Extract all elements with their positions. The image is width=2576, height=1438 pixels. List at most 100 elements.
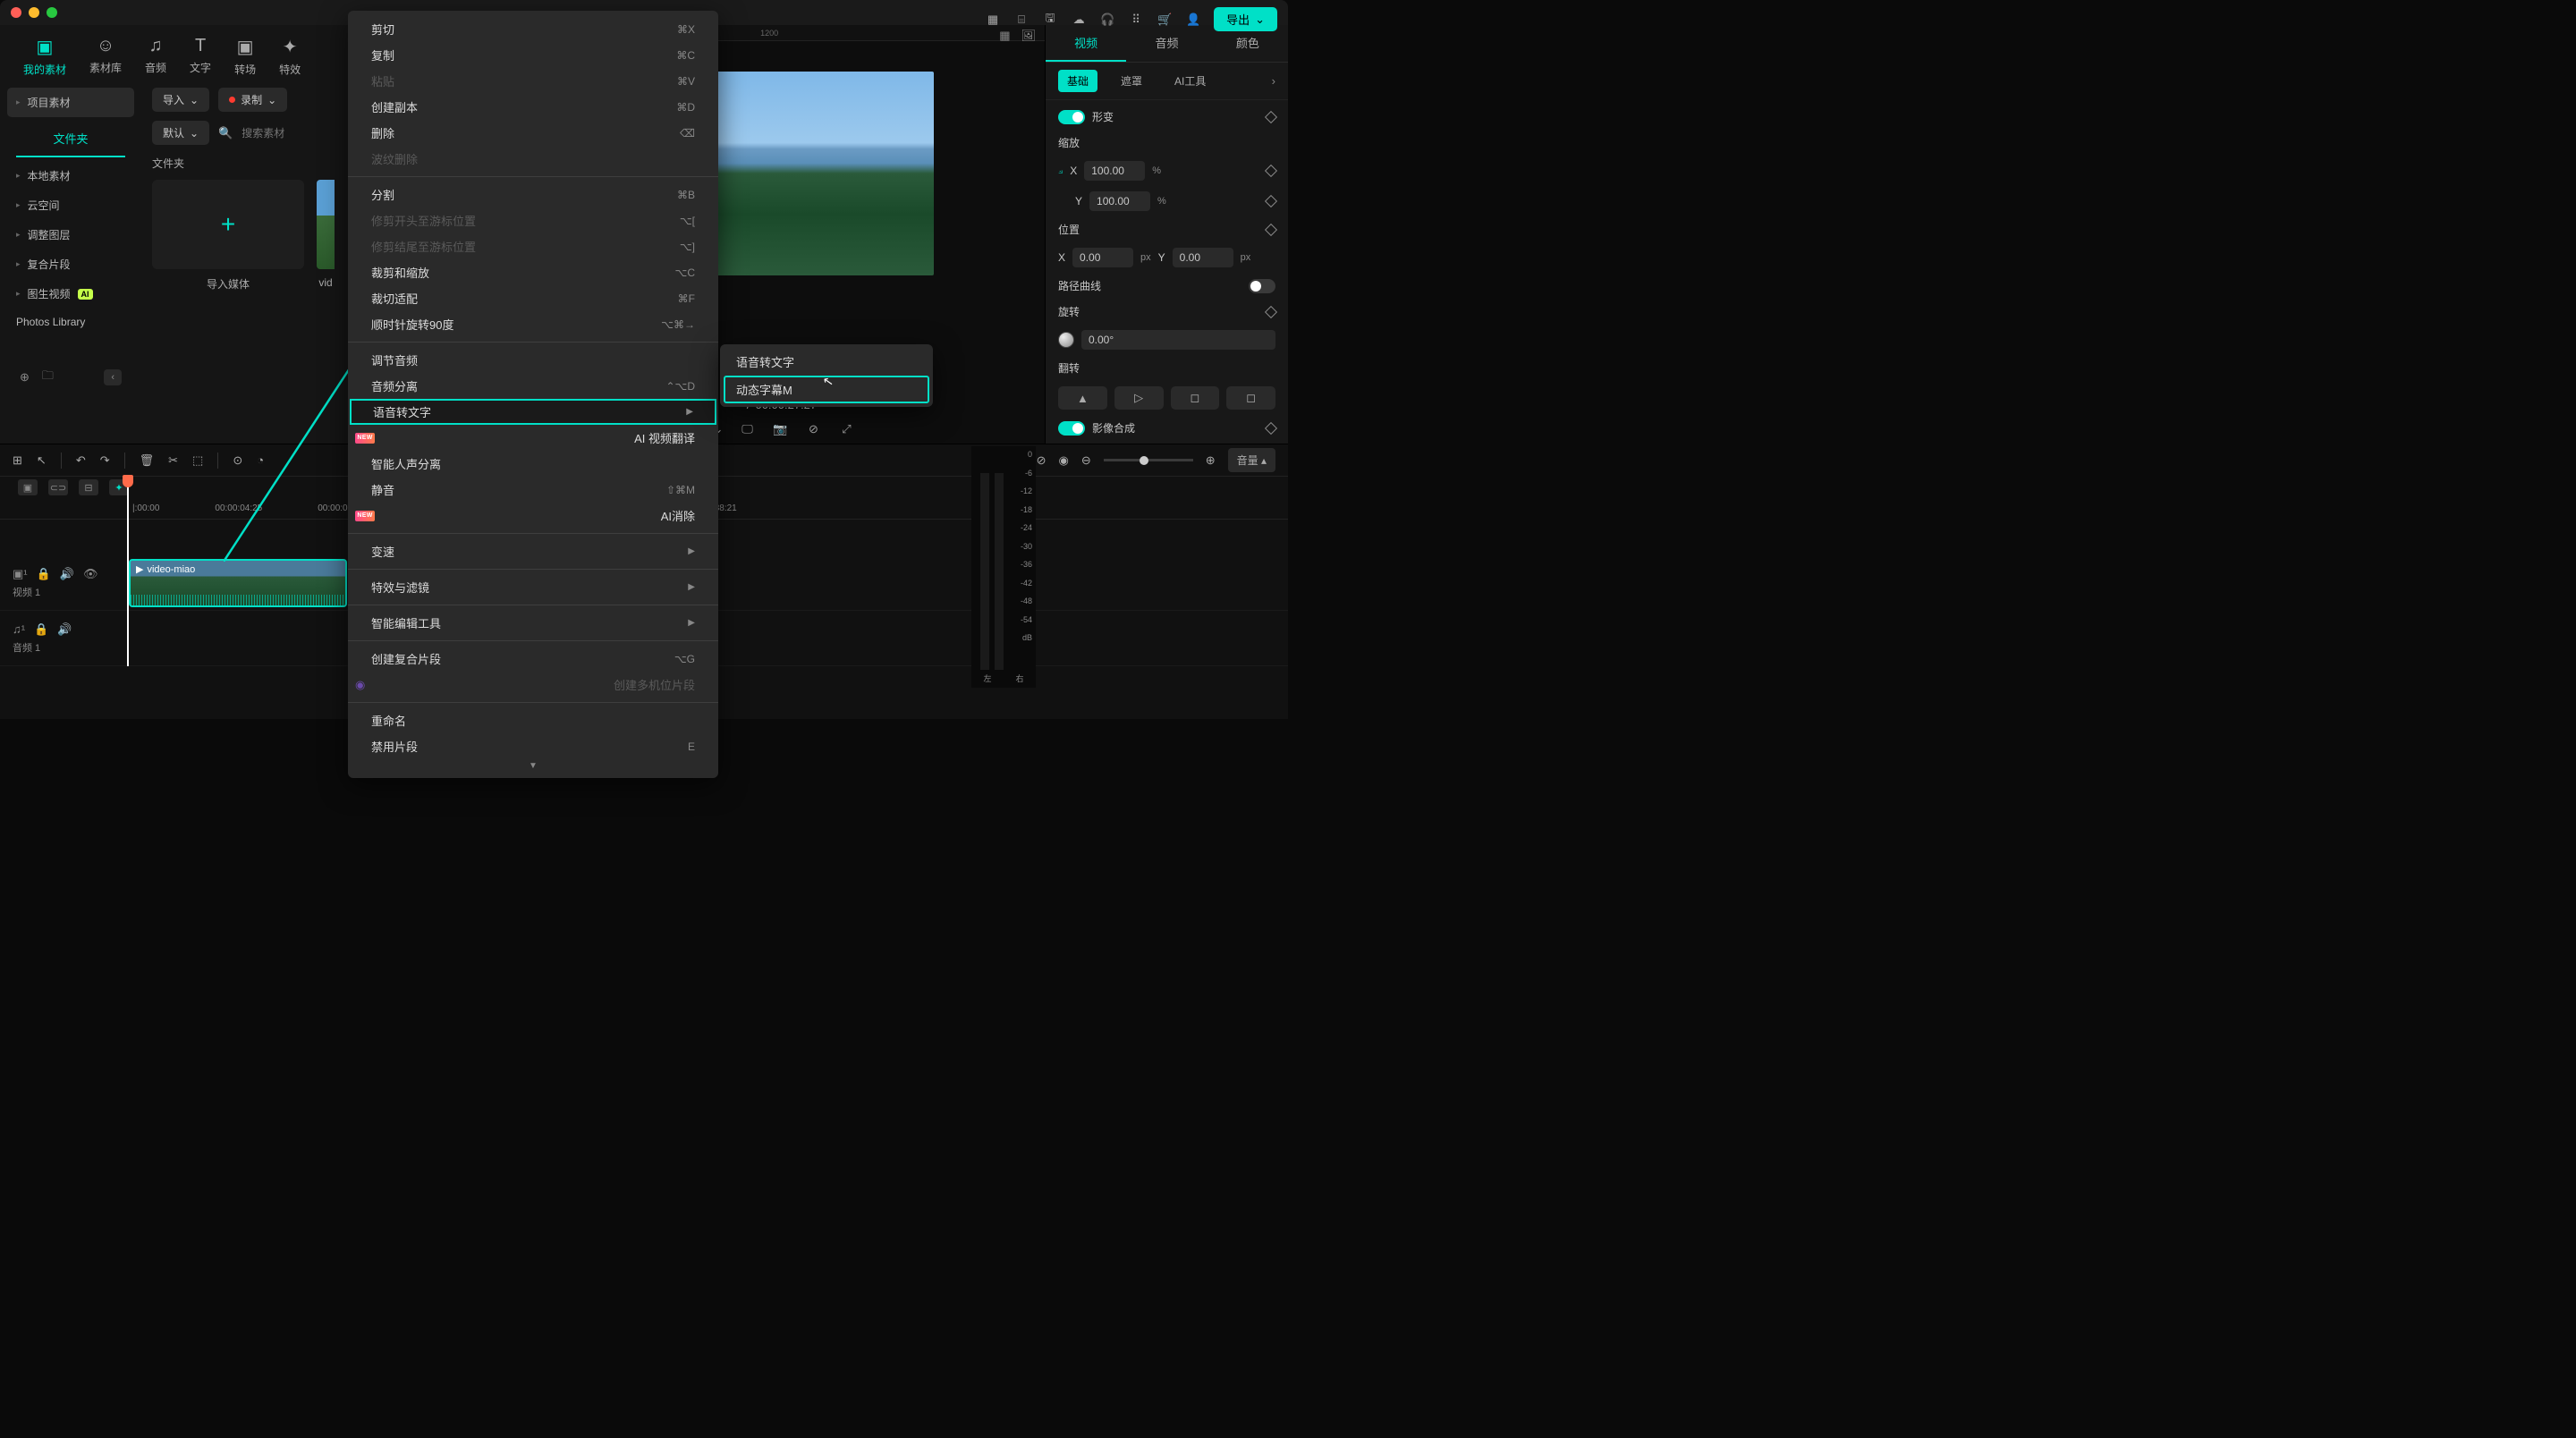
scale-x-input[interactable]: 100.00 xyxy=(1084,161,1145,181)
undo-icon[interactable]: ↶ xyxy=(76,453,86,468)
sidebar-local[interactable]: ▸本地素材 xyxy=(7,161,134,190)
close-window[interactable] xyxy=(11,7,21,18)
marker-icon[interactable]: ◉ xyxy=(1058,453,1068,468)
compose-toggle[interactable] xyxy=(1058,421,1085,436)
unlink-icon[interactable]: ⊘ xyxy=(1037,453,1046,468)
ctx-ai-translate[interactable]: NEWAI 视频翻译 xyxy=(348,425,718,451)
pos-x-input[interactable]: 0.00 xyxy=(1072,248,1133,267)
minimize-window[interactable] xyxy=(29,7,39,18)
import-button[interactable]: 导入⌄ xyxy=(152,88,209,112)
collapse-icon[interactable]: ‹ xyxy=(104,369,122,385)
ctx-delete[interactable]: 删除⌫ xyxy=(348,120,718,146)
lock-icon[interactable]: ⟓ xyxy=(1058,165,1063,177)
ctx-more-icon[interactable]: ▼ xyxy=(348,759,718,773)
rotate-knob[interactable] xyxy=(1058,332,1074,348)
cloud-icon[interactable]: ☁ xyxy=(1071,12,1087,28)
sidebar-compound[interactable]: ▸复合片段 xyxy=(7,250,134,279)
tool-cursor-icon[interactable]: ↖ xyxy=(37,453,47,468)
ctx-split[interactable]: 分割⌘B xyxy=(348,182,718,207)
grid-view-icon[interactable]: ▦ xyxy=(999,29,1010,43)
redo-icon[interactable]: ↷ xyxy=(100,453,110,468)
tab-my-media[interactable]: ▣我的素材 xyxy=(20,32,70,80)
ctx-rotate90[interactable]: 顺时针旋转90度⌥⌘→ xyxy=(348,311,718,337)
flip-btn4[interactable]: ◻ xyxy=(1226,386,1275,410)
ctx-fx-filter[interactable]: 特效与滤镜▶ xyxy=(348,574,718,600)
zoom-slider[interactable] xyxy=(1104,459,1193,461)
keyframe-icon[interactable] xyxy=(1265,165,1277,177)
sort-button[interactable]: 默认⌄ xyxy=(152,121,209,145)
crop-off-icon[interactable]: ⊘ xyxy=(806,422,821,436)
ctx-mute[interactable]: 静音⇧⌘M xyxy=(348,477,718,503)
ctx-speed[interactable]: 变速▶ xyxy=(348,538,718,564)
subtab-mask[interactable]: 遮罩 xyxy=(1112,70,1151,92)
cut-icon[interactable]: ✂ xyxy=(168,453,178,468)
volume-button[interactable]: 音量 ▴ xyxy=(1228,448,1275,472)
record-button[interactable]: 录制⌄ xyxy=(218,88,287,112)
zoom-out-icon[interactable]: ⊖ xyxy=(1081,453,1091,468)
track-mute-icon[interactable]: 🔊 xyxy=(57,622,72,637)
ctx-rename[interactable]: 重命名 xyxy=(348,707,718,733)
flip-btn3[interactable]: ◻ xyxy=(1171,386,1220,410)
sidebar-cloud[interactable]: ▸云空间 xyxy=(7,190,134,220)
ctx-compound[interactable]: 创建复合片段⌥G xyxy=(348,646,718,672)
mark-2[interactable]: ⊂⊃ xyxy=(48,479,68,495)
flip-v[interactable]: ▷ xyxy=(1114,386,1164,410)
image-view-icon[interactable]: 🖼 xyxy=(1021,29,1036,43)
export-button[interactable]: 导出⌄ xyxy=(1214,7,1277,31)
tool-grid-icon[interactable]: ⊞ xyxy=(13,453,22,468)
ctx-duplicate[interactable]: 创建副本⌘D xyxy=(348,94,718,120)
track-hide-icon[interactable]: 👁 xyxy=(83,567,98,581)
keyframe-icon[interactable] xyxy=(1265,305,1277,317)
add-media-card[interactable]: + xyxy=(152,180,304,269)
sidebar-project[interactable]: ▸项目素材 xyxy=(7,88,134,117)
more-icon[interactable]: › xyxy=(1272,74,1275,88)
delete-icon[interactable]: 🗑 xyxy=(140,453,155,468)
track-audio-icon[interactable]: ♫¹ xyxy=(13,622,25,637)
new-folder-icon[interactable]: ⊕ xyxy=(20,370,30,385)
keyframe-icon[interactable] xyxy=(1265,223,1277,235)
sidebar-layer[interactable]: ▸调整图层 xyxy=(7,220,134,250)
tab-transition[interactable]: ▣转场 xyxy=(231,32,259,80)
folder-icon[interactable]: 🗀 xyxy=(42,368,54,387)
video-clip[interactable]: ▶video-miao xyxy=(129,559,347,607)
keyframe-icon[interactable] xyxy=(1265,421,1277,434)
color-icon[interactable]: ◔ xyxy=(257,453,264,467)
track-lock-icon[interactable]: 🔒 xyxy=(37,567,51,581)
user-icon[interactable]: 👤 xyxy=(1185,12,1201,28)
ctx-voice-sep[interactable]: 智能人声分离 xyxy=(348,451,718,477)
headset-icon[interactable]: 🎧 xyxy=(1099,12,1115,28)
path-toggle[interactable] xyxy=(1249,279,1275,293)
tab-effects[interactable]: ✦特效 xyxy=(275,32,304,80)
ctx-copy[interactable]: 复制⌘C xyxy=(348,42,718,68)
ctx-disable[interactable]: 禁用片段E xyxy=(348,733,718,759)
ctx-detach-audio[interactable]: 音频分离⌃⌥D xyxy=(348,373,718,399)
speed-icon[interactable]: ⊙ xyxy=(233,453,242,468)
sub-stt[interactable]: 语音转文字 xyxy=(724,348,929,376)
ctx-adjust-audio[interactable]: 调节音频 xyxy=(348,347,718,373)
tab-text[interactable]: T文字 xyxy=(186,32,215,80)
pos-y-input[interactable]: 0.00 xyxy=(1173,248,1233,267)
transform-toggle[interactable] xyxy=(1058,110,1085,124)
keyframe-icon[interactable] xyxy=(1265,195,1277,207)
playhead[interactable] xyxy=(127,477,129,666)
tab-audio[interactable]: ♫音频 xyxy=(141,32,170,80)
track-video-icon[interactable]: ▣¹ xyxy=(13,567,28,581)
monitor-icon[interactable]: 🖵 xyxy=(740,422,755,436)
ctx-ai-erase[interactable]: NEWAI消除 xyxy=(348,503,718,529)
ctx-speech-to-text[interactable]: 语音转文字▶ xyxy=(350,399,716,425)
snapshot-icon[interactable]: 📷 xyxy=(773,422,788,436)
cart-icon[interactable]: 🛒 xyxy=(1157,12,1173,28)
subtab-ai[interactable]: AI工具 xyxy=(1165,70,1215,92)
keyframe-icon[interactable] xyxy=(1265,110,1277,123)
flip-h[interactable]: ▲ xyxy=(1058,386,1107,410)
mark-3[interactable]: ⊟ xyxy=(79,479,98,495)
media-thumbnail[interactable] xyxy=(317,180,335,269)
track-mute-icon[interactable]: 🔊 xyxy=(60,567,74,581)
maximize-window[interactable] xyxy=(47,7,57,18)
scale-y-input[interactable]: 100.00 xyxy=(1089,191,1150,211)
ctx-crop-zoom[interactable]: 裁剪和缩放⌥C xyxy=(348,259,718,285)
rotate-input[interactable]: 0.00° xyxy=(1081,330,1275,350)
ctx-cut[interactable]: 剪切⌘X xyxy=(348,16,718,42)
track-lock-icon[interactable]: 🔒 xyxy=(34,622,48,637)
sidebar-aigen[interactable]: ▸图生视频AI xyxy=(7,279,134,309)
